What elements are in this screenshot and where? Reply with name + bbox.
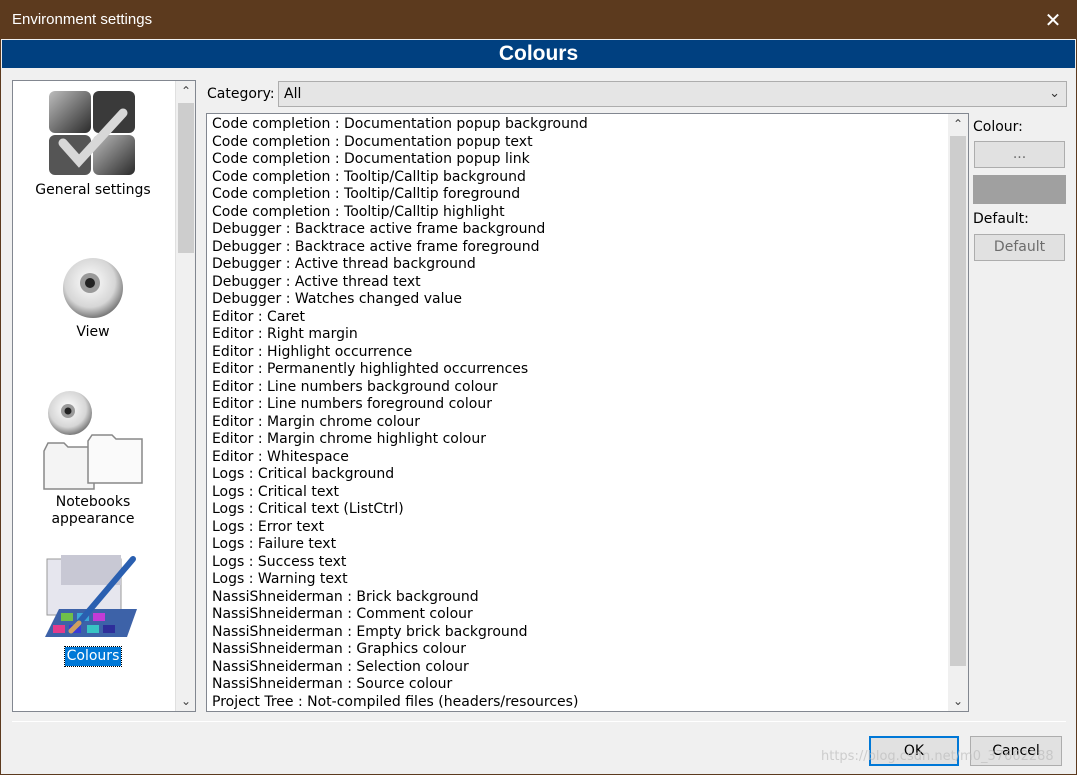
colour-swatch	[973, 175, 1066, 204]
footer-divider	[12, 721, 1066, 722]
list-item[interactable]: Code completion : Tooltip/Calltip foregr…	[212, 186, 588, 204]
page-title: Colours	[2, 40, 1075, 68]
list-item[interactable]: NassiShneiderman : Brick background	[212, 589, 588, 607]
list-item[interactable]: Editor : Margin chrome highlight colour	[212, 431, 588, 449]
list-item[interactable]: Editor : Whitespace	[212, 449, 588, 467]
title-bar[interactable]: Environment settings ✕	[1, 1, 1076, 39]
general-settings-icon	[49, 91, 135, 175]
sidebar-item-view[interactable]: View	[13, 253, 173, 342]
list-item[interactable]: Logs : Error text	[212, 519, 588, 537]
cancel-button[interactable]: Cancel	[970, 736, 1062, 766]
scrollbar-thumb[interactable]	[950, 136, 966, 666]
environment-settings-dialog: Environment settings ✕ Colours General s…	[0, 0, 1077, 775]
list-item[interactable]: NassiShneiderman : Selection colour	[212, 659, 588, 677]
ok-button[interactable]: OK	[869, 736, 959, 766]
close-icon[interactable]: ✕	[1030, 1, 1076, 39]
list-item[interactable]: Logs : Success text	[212, 554, 588, 572]
list-item[interactable]: Editor : Permanently highlighted occurre…	[212, 361, 588, 379]
list-item[interactable]: Code completion : Documentation popup te…	[212, 134, 588, 152]
colour-items-list[interactable]: Code completion : Documentation popup ba…	[206, 113, 969, 712]
list-item[interactable]: Code completion : Tooltip/Calltip highli…	[212, 204, 588, 222]
list-item[interactable]: Editor : Caret	[212, 309, 588, 327]
list-item[interactable]: Logs : Critical background	[212, 466, 588, 484]
list-item[interactable]: NassiShneiderman : Comment colour	[212, 606, 588, 624]
list-item[interactable]: Editor : Right margin	[212, 326, 588, 344]
sidebar-scrollbar[interactable]: ⌃ ⌄	[175, 81, 195, 711]
colour-label: Colour:	[973, 119, 1023, 135]
list-item[interactable]: Logs : Critical text (ListCtrl)	[212, 501, 588, 519]
scroll-up-icon[interactable]: ⌃	[948, 114, 968, 134]
scrollbar-thumb[interactable]	[178, 103, 194, 253]
list-item[interactable]: Debugger : Watches changed value	[212, 291, 588, 309]
list-item[interactable]: Logs : Warning text	[212, 571, 588, 589]
list-item[interactable]: Editor : Highlight occurrence	[212, 344, 588, 362]
category-value: All	[284, 86, 302, 102]
list-item[interactable]: Logs : Failure text	[212, 536, 588, 554]
list-item[interactable]: NassiShneiderman : Source colour	[212, 676, 588, 694]
list-item[interactable]: Editor : Margin chrome colour	[212, 414, 588, 432]
default-button[interactable]: Default	[974, 234, 1065, 261]
eye-icon	[63, 258, 123, 318]
chevron-down-icon: ⌄	[1049, 86, 1060, 101]
list-item[interactable]: Debugger : Active thread text	[212, 274, 588, 292]
category-select[interactable]: All ⌄	[278, 81, 1067, 107]
scroll-down-icon[interactable]: ⌄	[176, 691, 196, 711]
sidebar-item-notebooks-appearance[interactable]: Notebooks appearance	[13, 389, 173, 529]
list-item[interactable]: Code completion : Documentation popup ba…	[212, 116, 588, 134]
list-item[interactable]: NassiShneiderman : Empty brick backgroun…	[212, 624, 588, 642]
sidebar-item-label: Notebooks appearance	[51, 494, 135, 527]
list-item[interactable]: Debugger : Backtrace active frame backgr…	[212, 221, 588, 239]
sidebar-item-colours[interactable]: Colours	[13, 551, 173, 667]
list-item[interactable]: Editor : Line numbers background colour	[212, 379, 588, 397]
window-title: Environment settings	[12, 11, 153, 28]
default-label: Default:	[973, 211, 1029, 227]
list-scrollbar[interactable]: ⌃ ⌄	[948, 114, 968, 711]
sidebar-item-label: View	[76, 324, 110, 340]
sidebar-item-label: Colours	[63, 646, 123, 667]
list-item[interactable]: Code completion : Tooltip/Calltip backgr…	[212, 169, 588, 187]
list-item[interactable]: Code completion : Documentation popup li…	[212, 151, 588, 169]
sidebar-item-label: General settings	[35, 182, 151, 198]
notebooks-icon	[43, 391, 143, 490]
scroll-up-icon[interactable]: ⌃	[176, 81, 196, 101]
list-item[interactable]: Project Tree : Not-compiled files (heade…	[212, 694, 588, 712]
sidebar-item-general-settings[interactable]: General settings	[13, 85, 173, 200]
list-item[interactable]: Editor : Line numbers foreground colour	[212, 396, 588, 414]
list-item[interactable]: Logs : Critical text	[212, 484, 588, 502]
scroll-down-icon[interactable]: ⌄	[948, 691, 968, 711]
settings-category-sidebar[interactable]: General settings View Notebooks appearan…	[12, 80, 196, 712]
category-label: Category:	[207, 86, 275, 102]
list-item[interactable]: Debugger : Backtrace active frame foregr…	[212, 239, 588, 257]
list-item[interactable]: NassiShneiderman : Graphics colour	[212, 641, 588, 659]
palette-icon	[45, 555, 137, 637]
list-items-container: Code completion : Documentation popup ba…	[212, 116, 588, 711]
choose-colour-button[interactable]: ...	[974, 141, 1065, 168]
list-item[interactable]: Debugger : Active thread background	[212, 256, 588, 274]
